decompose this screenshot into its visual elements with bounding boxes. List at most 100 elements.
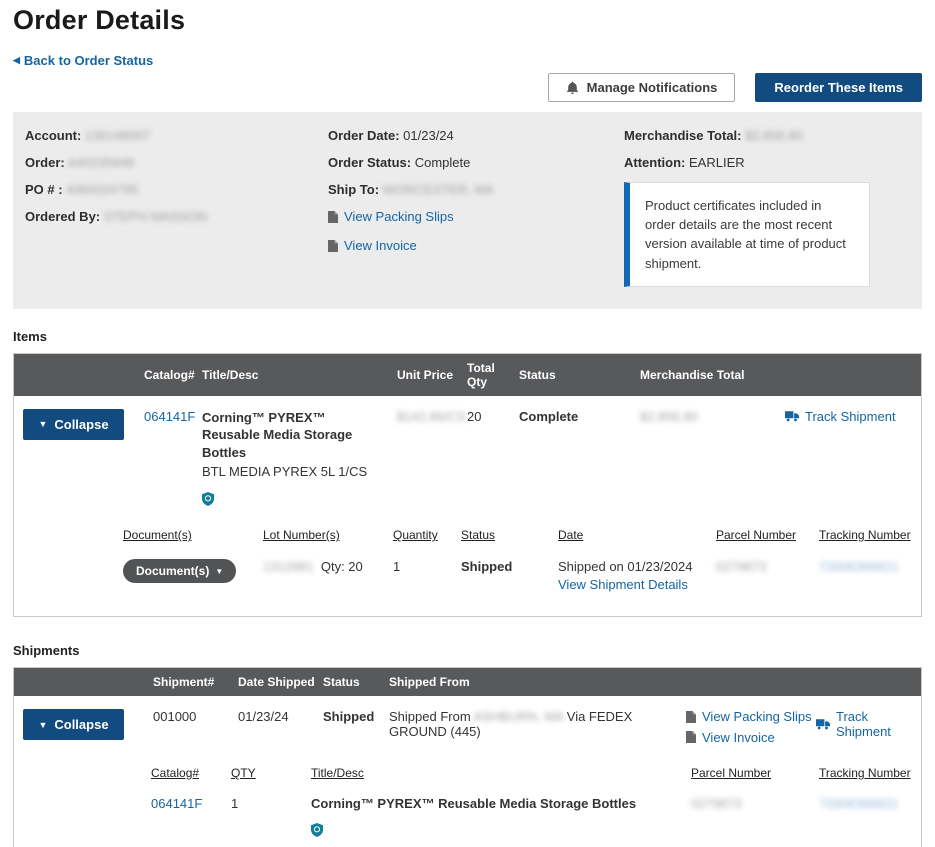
back-arrow-icon: ◀ xyxy=(13,55,20,66)
ordered-by-value: STEPH MASSON xyxy=(104,209,207,224)
shipments-section-title: Shipments xyxy=(13,643,922,658)
item-catalog-link[interactable]: 064141F xyxy=(144,409,195,424)
shipment-number: 001000 xyxy=(153,709,238,750)
detail-quantity: 1 xyxy=(393,559,461,592)
document-icon xyxy=(328,211,338,223)
certificate-shield-icon[interactable] xyxy=(311,823,691,837)
col-qty: QTY xyxy=(231,766,311,780)
shipment-view-invoice-label: View Invoice xyxy=(702,730,775,745)
order-date-label: Order Date: xyxy=(328,128,400,143)
po-label: PO # : xyxy=(25,182,63,197)
col-title-desc: Title/Desc xyxy=(202,368,397,382)
order-date-value: 01/23/24 xyxy=(403,128,454,143)
col-catalog: Catalog# xyxy=(151,766,231,780)
item-unit-price: $142.86/CS xyxy=(397,409,466,424)
col-ship-status: Status xyxy=(323,675,389,689)
attention-value: EARLIER xyxy=(689,155,745,170)
collapse-caret-icon: ▼ xyxy=(38,419,47,429)
col-merch-total: Merchandise Total xyxy=(640,368,785,382)
page-title: Order Details xyxy=(13,0,922,36)
col-total-qty: Total Qty xyxy=(467,361,501,390)
order-status-label: Order Status: xyxy=(328,155,411,170)
shipments-table: Shipment# Date Shipped Status Shipped Fr… xyxy=(13,667,922,847)
header-actions: Manage Notifications Reorder These Items xyxy=(13,73,922,102)
col-parcel-number: Parcel Number xyxy=(716,528,819,542)
order-value: A40235948 xyxy=(68,155,135,170)
item-status: Complete xyxy=(519,409,640,506)
view-shipment-details-link[interactable]: View Shipment Details xyxy=(558,577,688,592)
document-icon xyxy=(686,711,696,723)
col-lot-numbers: Lot Number(s) xyxy=(263,528,393,542)
shipment-view-invoice-link[interactable]: View Invoice xyxy=(686,730,775,745)
document-icon xyxy=(686,731,696,743)
collapse-caret-icon: ▼ xyxy=(38,720,47,730)
attention-label: Attention: xyxy=(624,155,685,170)
items-section-title: Items xyxy=(13,329,922,344)
view-invoice-link[interactable]: View Invoice xyxy=(328,238,417,254)
merchandise-total-value: $2,856.80 xyxy=(745,128,803,143)
view-packing-slips-link[interactable]: View Packing Slips xyxy=(328,209,454,225)
shipment-detail: Catalog# QTY Title/Desc Parcel Number Tr… xyxy=(14,766,921,847)
account-value: 136148007 xyxy=(85,128,150,143)
item-detail-headers: Document(s) Lot Number(s) Quantity Statu… xyxy=(123,528,921,542)
item-subtitle: BTL MEDIA PYREX 5L 1/CS xyxy=(202,463,397,481)
bell-icon xyxy=(566,81,579,95)
item-detail: Document(s) Lot Number(s) Quantity Statu… xyxy=(14,528,921,592)
shipped-from-location: ASHBURN, MA xyxy=(474,709,564,724)
summary-column-right: Merchandise Total: $2,856.80 Attention: … xyxy=(624,128,912,287)
order-summary: Account: 136148007 Order: A40235948 PO #… xyxy=(13,112,922,309)
shipment-track-shipment-link[interactable]: Track Shipment xyxy=(816,709,921,739)
parcel-number: 0279873 xyxy=(716,559,767,574)
manage-notifications-button[interactable]: Manage Notifications xyxy=(548,73,736,102)
col-title-desc: Title/Desc xyxy=(311,766,691,780)
lot-qty: Qty: 20 xyxy=(321,559,363,574)
items-table: Catalog# Title/Desc Unit Price Total Qty… xyxy=(13,353,922,617)
items-collapse-button[interactable]: ▼ Collapse xyxy=(23,409,124,440)
item-merch-total: $2,856.80 xyxy=(640,409,698,424)
account-label: Account: xyxy=(25,128,81,143)
ship-to-label: Ship To: xyxy=(328,182,379,197)
ordered-by-label: Ordered By: xyxy=(25,209,100,224)
col-shipment-number: Shipment# xyxy=(153,675,238,689)
certificate-notice: Product certificates included in order d… xyxy=(624,182,870,287)
col-detail-status: Status xyxy=(461,528,558,542)
summary-column-middle: Order Date: 01/23/24 Order Status: Compl… xyxy=(328,128,624,287)
back-link-label: Back to Order Status xyxy=(24,53,153,68)
shipment-view-packing-slips-label: View Packing Slips xyxy=(702,709,812,724)
order-label: Order: xyxy=(25,155,65,170)
reorder-these-items-button[interactable]: Reorder These Items xyxy=(755,73,922,102)
documents-dropdown-button[interactable]: Document(s) ▼ xyxy=(123,559,236,583)
order-status-value: Complete xyxy=(415,155,471,170)
shipment-item-title: Corning™ PYREX™ Reusable Media Storage B… xyxy=(311,796,691,811)
shipment-view-packing-slips-link[interactable]: View Packing Slips xyxy=(686,709,812,724)
col-documents: Document(s) xyxy=(123,528,263,542)
item-total-qty: 20 xyxy=(467,409,519,506)
col-shipped-from: Shipped From xyxy=(389,675,686,689)
order-details-page: Order Details ◀ Back to Order Status Man… xyxy=(0,0,935,847)
truck-icon xyxy=(816,719,830,730)
dropdown-caret-icon: ▼ xyxy=(215,567,223,576)
detail-status: Shipped xyxy=(461,559,558,592)
col-date: Date xyxy=(558,528,716,542)
view-invoice-label: View Invoice xyxy=(344,238,417,254)
col-parcel-number: Parcel Number xyxy=(691,766,819,780)
item-title: Corning™ PYREX™ Reusable Media Storage B… xyxy=(202,409,397,462)
lot-number: 1312981 xyxy=(263,559,314,574)
shipments-table-header: Shipment# Date Shipped Status Shipped Fr… xyxy=(14,668,921,696)
col-tracking-number: Tracking Number xyxy=(819,766,921,780)
ship-to-value: WORCESTER, MA xyxy=(383,182,494,197)
certificate-shield-icon[interactable] xyxy=(202,492,397,506)
shipment-tracking-number-link[interactable]: 72606366821 xyxy=(819,796,899,811)
tracking-number-link[interactable]: 72606366821 xyxy=(819,559,899,574)
manage-notifications-label: Manage Notifications xyxy=(587,80,718,95)
track-shipment-link[interactable]: Track Shipment xyxy=(785,409,896,424)
back-row: ◀ Back to Order Status xyxy=(13,51,922,68)
track-shipment-label: Track Shipment xyxy=(805,409,896,424)
shipment-row: ▼ Collapse 001000 01/23/24 Shipped Shipp… xyxy=(14,696,921,750)
shipment-catalog-link[interactable]: 064141F xyxy=(151,796,202,811)
shipment-detail-row: 064141F 1 Corning™ PYREX™ Reusable Media… xyxy=(151,796,921,847)
back-to-order-status-link[interactable]: ◀ Back to Order Status xyxy=(13,53,153,68)
date-shipped: 01/23/24 xyxy=(238,709,323,750)
shipments-collapse-button[interactable]: ▼ Collapse xyxy=(23,709,124,740)
shipped-from: Shipped From ASHBURN, MA Via FEDEX GROUN… xyxy=(389,709,686,750)
